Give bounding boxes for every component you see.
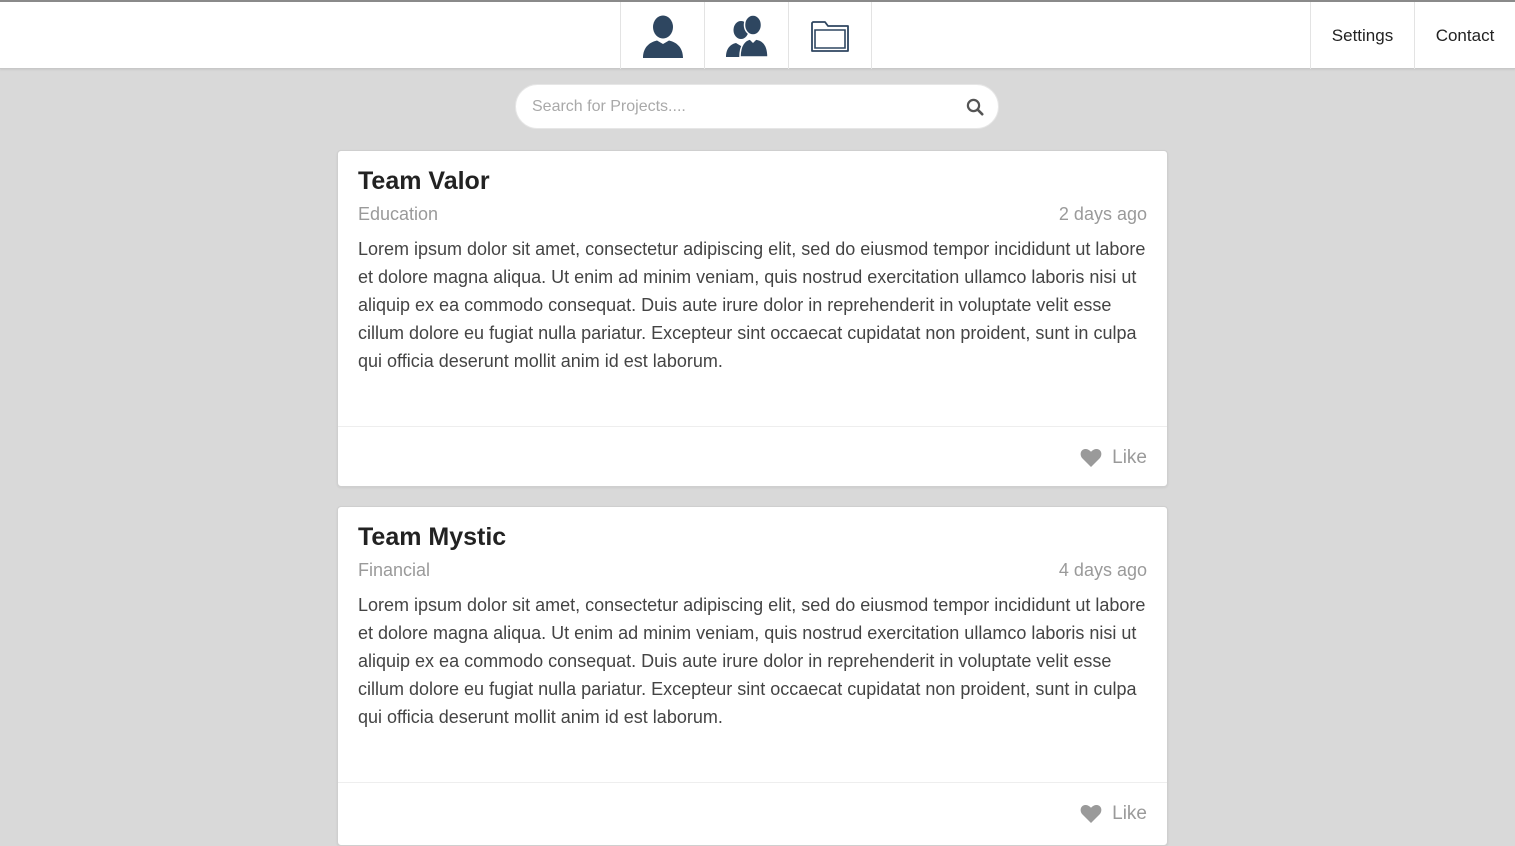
card-timestamp: 4 days ago bbox=[1058, 560, 1147, 580]
search-input[interactable] bbox=[532, 85, 952, 128]
card-footer: Like bbox=[338, 782, 1167, 844]
card-title[interactable]: Team Mystic bbox=[358, 521, 1147, 553]
card-body: Team Valor Education 2 days ago Lorem ip… bbox=[338, 151, 1167, 375]
like-button[interactable]: Like bbox=[1080, 801, 1147, 827]
users-icon bbox=[725, 13, 769, 58]
card-category: Education bbox=[358, 204, 439, 224]
like-label: Like bbox=[1112, 447, 1147, 468]
like-label: Like bbox=[1112, 803, 1147, 824]
contact-link[interactable]: Contact bbox=[1414, 2, 1515, 69]
nav-profile-button[interactable] bbox=[620, 2, 704, 69]
card-body: Team Mystic Financial 4 days ago Lorem i… bbox=[338, 507, 1167, 731]
card-meta: Financial 4 days ago bbox=[358, 555, 1147, 585]
project-card: Team Valor Education 2 days ago Lorem ip… bbox=[337, 150, 1168, 487]
nav-projects-button[interactable] bbox=[788, 2, 872, 69]
search-bar bbox=[515, 84, 999, 129]
nav-links: Settings Contact bbox=[1310, 2, 1515, 69]
project-card: Team Mystic Financial 4 days ago Lorem i… bbox=[337, 506, 1168, 846]
card-timestamp: 2 days ago bbox=[1058, 204, 1147, 224]
top-navbar: Settings Contact bbox=[0, 0, 1515, 69]
nav-icon-group bbox=[620, 2, 872, 69]
card-description: Lorem ipsum dolor sit amet, consectetur … bbox=[358, 595, 1146, 727]
settings-link[interactable]: Settings bbox=[1310, 2, 1414, 69]
heart-icon bbox=[1080, 804, 1102, 823]
user-icon bbox=[642, 15, 683, 58]
card-meta: Education 2 days ago bbox=[358, 199, 1147, 229]
card-footer: Like bbox=[338, 426, 1167, 486]
folder-icon bbox=[811, 20, 849, 52]
card-category: Financial bbox=[358, 560, 431, 580]
heart-icon bbox=[1080, 448, 1102, 467]
like-button[interactable]: Like bbox=[1080, 445, 1147, 471]
nav-teams-button[interactable] bbox=[704, 2, 788, 69]
card-description: Lorem ipsum dolor sit amet, consectetur … bbox=[358, 239, 1146, 371]
card-title[interactable]: Team Valor bbox=[358, 165, 1147, 197]
search-icon[interactable] bbox=[966, 98, 984, 116]
